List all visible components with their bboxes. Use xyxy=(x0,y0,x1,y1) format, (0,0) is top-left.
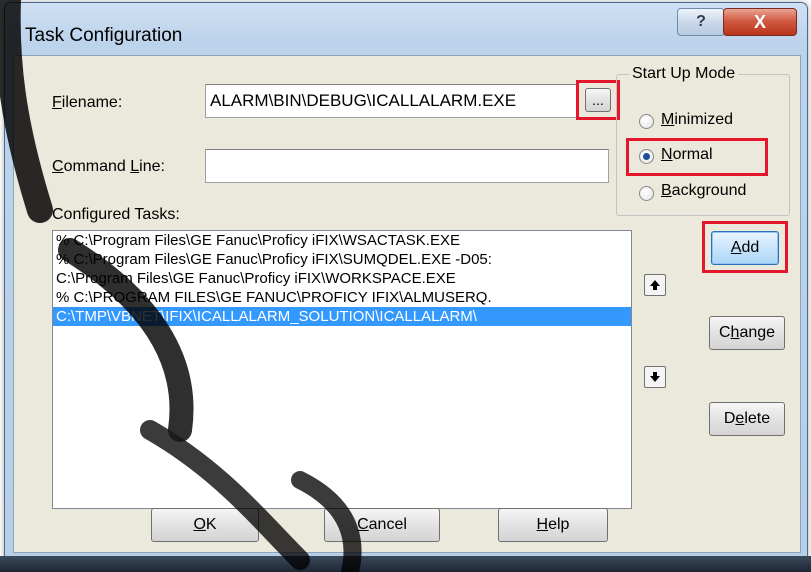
titlebar-close-button[interactable]: X xyxy=(723,8,797,36)
command-line-input[interactable] xyxy=(205,149,609,183)
desktop-background xyxy=(0,556,811,572)
arrow-down-icon xyxy=(650,372,660,382)
help-button[interactable]: Help xyxy=(498,508,608,542)
filename-label: Filename: xyxy=(52,94,123,111)
title-bar[interactable]: Task Configuration ? X xyxy=(5,3,807,55)
cancel-button[interactable]: Cancel xyxy=(324,508,440,542)
configured-tasks-label: Configured Tasks: xyxy=(52,206,180,223)
ok-button-label: OK xyxy=(193,516,217,533)
configured-tasks-list[interactable]: % C:\Program Files\GE Fanuc\Proficy iFIX… xyxy=(52,230,632,509)
task-row[interactable]: C:\TMP\VBNET\IFIX\ICALLALARM_SOLUTION\IC… xyxy=(53,307,631,326)
task-row[interactable]: C:\Program Files\GE Fanuc\Proficy iFIX\W… xyxy=(53,269,631,288)
move-up-button[interactable] xyxy=(644,274,666,296)
task-row[interactable]: % C:\Program Files\GE Fanuc\Proficy iFIX… xyxy=(53,250,631,269)
titlebar-help-button[interactable]: ? xyxy=(677,8,725,36)
radio-minimized-indicator[interactable] xyxy=(639,114,654,129)
help-button-label: Help xyxy=(536,516,570,533)
add-highlight-box xyxy=(702,221,788,273)
change-button[interactable]: Change xyxy=(709,316,785,350)
ok-button[interactable]: OK xyxy=(151,508,259,542)
dialog-client-area: Filename: ALARM\BIN\DEBUG\ICALLALARM.EXE… xyxy=(13,55,801,553)
command-line-label: Command Line: xyxy=(52,158,165,175)
task-configuration-window: Task Configuration ? X Filename: ALARM\B… xyxy=(4,2,808,560)
close-icon: X xyxy=(753,11,766,32)
move-down-button[interactable] xyxy=(644,366,666,388)
radio-background-label[interactable]: Background xyxy=(661,182,746,200)
filename-value: ALARM\BIN\DEBUG\ICALLALARM.EXE xyxy=(210,91,517,110)
window-title: Task Configuration xyxy=(25,25,183,46)
task-row[interactable]: % C:\Program Files\GE Fanuc\Proficy iFIX… xyxy=(53,231,631,250)
delete-button[interactable]: Delete xyxy=(709,402,785,436)
filename-input[interactable]: ALARM\BIN\DEBUG\ICALLALARM.EXE xyxy=(205,84,579,118)
radio-minimized-label[interactable]: Minimized xyxy=(661,111,733,129)
help-icon: ? xyxy=(696,13,706,30)
task-row[interactable]: % C:\PROGRAM FILES\GE FANUC\PROFICY IFIX… xyxy=(53,288,631,307)
cancel-button-label: Cancel xyxy=(357,516,407,533)
startup-mode-title: Start Up Mode xyxy=(629,65,739,83)
browse-highlight-box xyxy=(576,80,620,120)
normal-highlight-box xyxy=(626,138,768,176)
change-button-label: Change xyxy=(718,324,776,341)
arrow-up-icon xyxy=(650,280,660,290)
delete-button-label: Delete xyxy=(723,410,771,427)
radio-background-indicator[interactable] xyxy=(639,186,654,201)
